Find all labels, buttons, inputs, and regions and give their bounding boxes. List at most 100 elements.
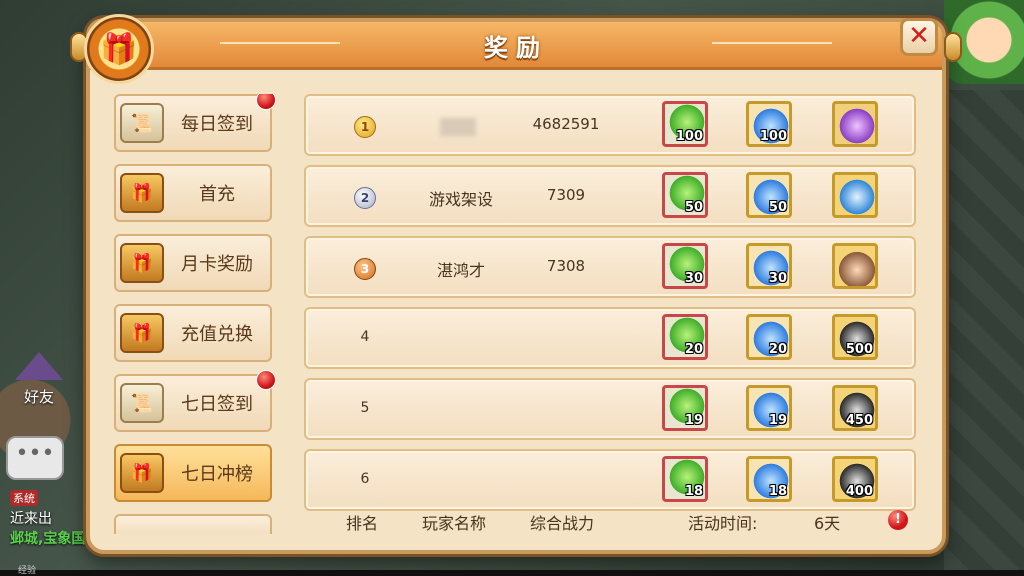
reward-quantity: 500 [845, 342, 873, 357]
ranking-footer: 排名 玩家名称 综合战力 活动时间: 6天 ! [304, 506, 944, 536]
blue-gem-reward-icon[interactable]: 100 [746, 101, 792, 147]
sidebar-item[interactable]: 🎁 充值兑换 [114, 304, 272, 362]
silver-ingot-icon[interactable]: 450 [832, 385, 878, 431]
reward-sidebar: 📜 每日签到 🎁 首充 🎁 月卡奖励 🎁 充值兑换 📜 七日签到 🎁 七日冲榜 [114, 94, 278, 534]
sidebar-item-label: 七日签到 [181, 394, 253, 415]
reward-quantity: 50 [684, 200, 703, 215]
close-icon: ✕ [908, 21, 930, 51]
friends-label: 好友 [23, 388, 54, 406]
dialog-title: 奖励 [484, 34, 548, 62]
reward-quantity: 18 [684, 484, 703, 499]
reward-quantity: 400 [845, 484, 873, 499]
treasure-chest-icon: 🎁 [120, 453, 164, 493]
player-name-column-label: 玩家名称 [422, 514, 487, 533]
rank-medal-icon: 3 [354, 258, 376, 280]
ranking-row: 3 湛鸿才 7308 30 30 [304, 236, 916, 298]
reward-quantity: 19 [768, 413, 787, 428]
reward-quantity: 50 [768, 200, 787, 215]
activity-time-value: 6天 [814, 514, 841, 533]
reward-quantity: 20 [768, 342, 787, 357]
blue-gem-reward-icon[interactable]: 18 [746, 456, 792, 502]
reward-quantity: 100 [759, 129, 787, 144]
dolphin-pet-icon[interactable] [832, 172, 878, 218]
scroll-icon: 📜 [120, 383, 164, 423]
hero-portrait-icon[interactable] [832, 243, 878, 289]
reward-quantity: 19 [684, 413, 703, 428]
chat-channel-tag: 系统 [10, 490, 38, 506]
right-hud-panel [944, 90, 1024, 570]
info-warning-icon[interactable]: ! [888, 510, 908, 530]
power-column-label: 综合战力 [530, 514, 595, 533]
ranking-row: 6 18 18 400 [304, 449, 916, 511]
treasure-chest-icon: 🎁 [120, 173, 164, 213]
green-leaf-reward-icon[interactable]: 18 [662, 456, 708, 502]
silver-ingot-icon[interactable]: 400 [832, 456, 878, 502]
green-leaf-reward-icon[interactable]: 19 [662, 385, 708, 431]
reward-quantity: 30 [768, 271, 787, 286]
reward-quantity: 100 [675, 129, 703, 144]
ranking-table: 1 4682591 100 100 2 游戏架设 7309 50 50 3 湛鸿才 7308 30 30 4… [304, 94, 916, 514]
ranking-row: 1 4682591 100 100 [304, 94, 916, 156]
gift-box-icon: 🎁 [84, 14, 154, 84]
player-power: 7309 [546, 186, 586, 204]
chat-location-link[interactable]: 邺城,宝象国 [10, 528, 85, 548]
scroll-icon: 📜 [120, 103, 164, 143]
exp-bar: 经验 [0, 566, 1024, 576]
green-leaf-reward-icon[interactable]: 20 [662, 314, 708, 360]
rank-number: 6 [360, 471, 370, 487]
chat-log: 系统 近来出 邺城,宝象国 [10, 490, 85, 548]
notification-dot-icon [256, 94, 276, 110]
reward-quantity: 18 [768, 484, 787, 499]
sidebar-item[interactable]: 🎁 首充 [114, 164, 272, 222]
reward-dialog: 奖励 🎁 ✕ 📜 每日签到 🎁 首充 🎁 月卡奖励 🎁 充值兑换 📜 七日签到 🎁 七日冲榜 1 468… [70, 14, 962, 554]
rank-number: 5 [360, 400, 370, 416]
chat-message: 近来出 [10, 511, 52, 527]
friends-button[interactable]: 好友 [8, 352, 70, 412]
purple-pet-icon[interactable] [832, 101, 878, 147]
treasure-chest-icon: 🎁 [120, 243, 164, 283]
ranking-row: 4 20 20 500 [304, 307, 916, 369]
player-power: 7308 [546, 257, 586, 275]
green-leaf-reward-icon[interactable]: 50 [662, 172, 708, 218]
left-hud: 好友 ••• 系统 近来出 邺城,宝象国 [0, 0, 90, 576]
silver-ingot-icon[interactable]: 500 [832, 314, 878, 360]
header-knob-right [944, 32, 962, 62]
player-power: 4682591 [532, 115, 600, 133]
green-leaf-reward-icon[interactable]: 100 [662, 101, 708, 147]
exp-label: 经验 [18, 566, 37, 576]
rank-medal-icon: 1 [354, 116, 376, 138]
rank-column-label: 排名 [346, 514, 379, 533]
sidebar-item[interactable]: 📜 七日签到 [114, 370, 276, 432]
sidebar-item-label: 首充 [199, 184, 235, 205]
close-button[interactable]: ✕ [900, 18, 938, 56]
sidebar-item-label: 充值兑换 [181, 324, 253, 345]
reward-quantity: 20 [684, 342, 703, 357]
green-leaf-reward-icon[interactable]: 30 [662, 243, 708, 289]
blue-gem-reward-icon[interactable]: 19 [746, 385, 792, 431]
treasure-chest-icon: 🎁 [120, 313, 164, 353]
player-name: 游戏架设 [428, 190, 493, 209]
chat-bubble-icon[interactable]: ••• [6, 436, 64, 480]
sidebar-item-label: 七日冲榜 [181, 464, 253, 485]
sidebar-item-partial[interactable] [114, 514, 272, 534]
sidebar-item-label: 每日签到 [181, 114, 253, 135]
notification-dot-icon [256, 370, 276, 390]
blurred-player-name [440, 118, 476, 136]
sidebar-item-label: 月卡奖励 [181, 254, 253, 275]
rank-number: 4 [360, 329, 370, 345]
rank-medal-icon: 2 [354, 187, 376, 209]
friends-hat-icon [15, 352, 63, 380]
activity-time-label: 活动时间: [688, 514, 758, 533]
reward-quantity: 450 [845, 413, 873, 428]
sidebar-item[interactable]: 🎁 月卡奖励 [114, 234, 272, 292]
sidebar-item[interactable]: 🎁 七日冲榜 [114, 444, 272, 502]
blue-gem-reward-icon[interactable]: 20 [746, 314, 792, 360]
blue-gem-reward-icon[interactable]: 30 [746, 243, 792, 289]
ranking-row: 2 游戏架设 7309 50 50 [304, 165, 916, 227]
sidebar-item[interactable]: 📜 每日签到 [114, 94, 276, 152]
reward-quantity: 30 [684, 271, 703, 286]
ranking-row: 5 19 19 450 [304, 378, 916, 440]
blue-gem-reward-icon[interactable]: 50 [746, 172, 792, 218]
dialog-header: 奖励 [90, 22, 942, 70]
player-name: 湛鸿才 [436, 261, 485, 280]
